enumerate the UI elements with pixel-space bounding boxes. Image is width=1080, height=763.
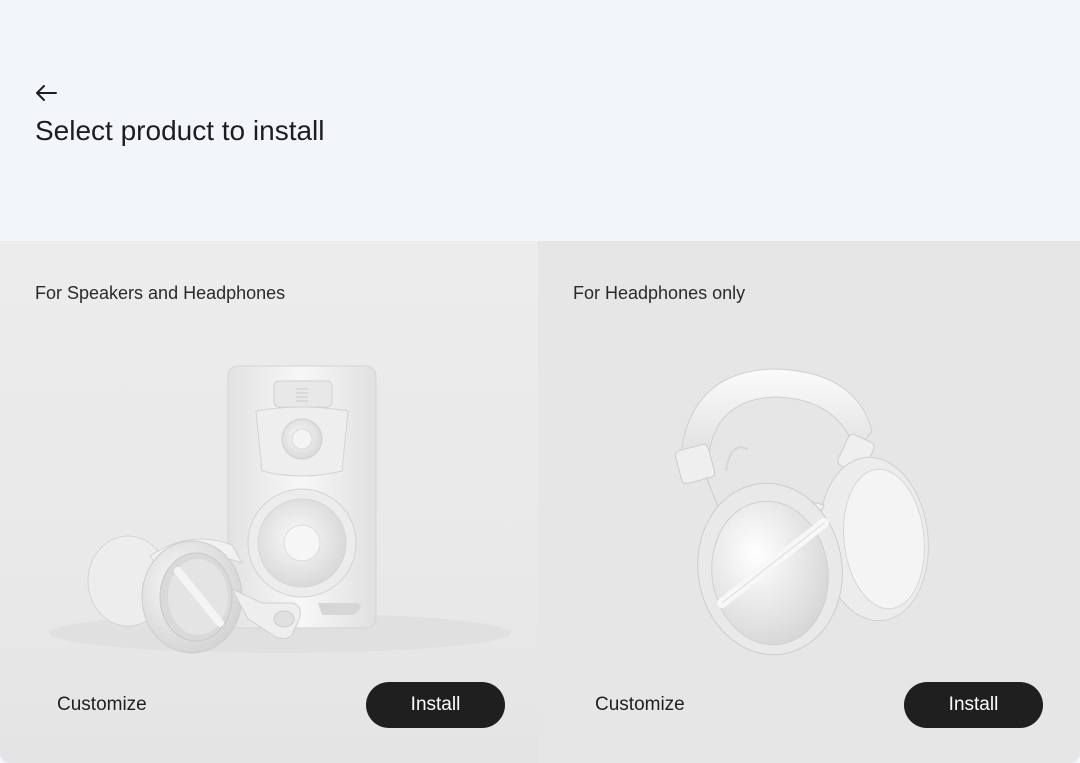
card-title: For Headphones only [573, 283, 746, 303]
headphones-image [674, 368, 929, 656]
arrow-left-icon [36, 85, 57, 101]
back-button[interactable] [30, 78, 62, 108]
install-button[interactable]: Install [366, 682, 505, 728]
card-title: For Speakers and Headphones [35, 283, 286, 303]
page-title: Select product to install [35, 115, 325, 146]
customize-button[interactable]: Customize [595, 693, 685, 717]
installer-window: Select product to install For Speakers a… [0, 0, 1080, 763]
header: Select product to install [0, 0, 1080, 241]
product-cards: For Speakers and Headphones Customize In… [0, 241, 1080, 763]
install-button[interactable]: Install [904, 682, 1043, 728]
product-card-speakers-headphones[interactable]: For Speakers and Headphones Customize In… [0, 241, 538, 763]
customize-button[interactable]: Customize [57, 693, 147, 717]
speaker-and-headphones-image [50, 365, 510, 654]
product-card-headphones-only[interactable]: For Headphones only Customize Install [538, 241, 1080, 763]
